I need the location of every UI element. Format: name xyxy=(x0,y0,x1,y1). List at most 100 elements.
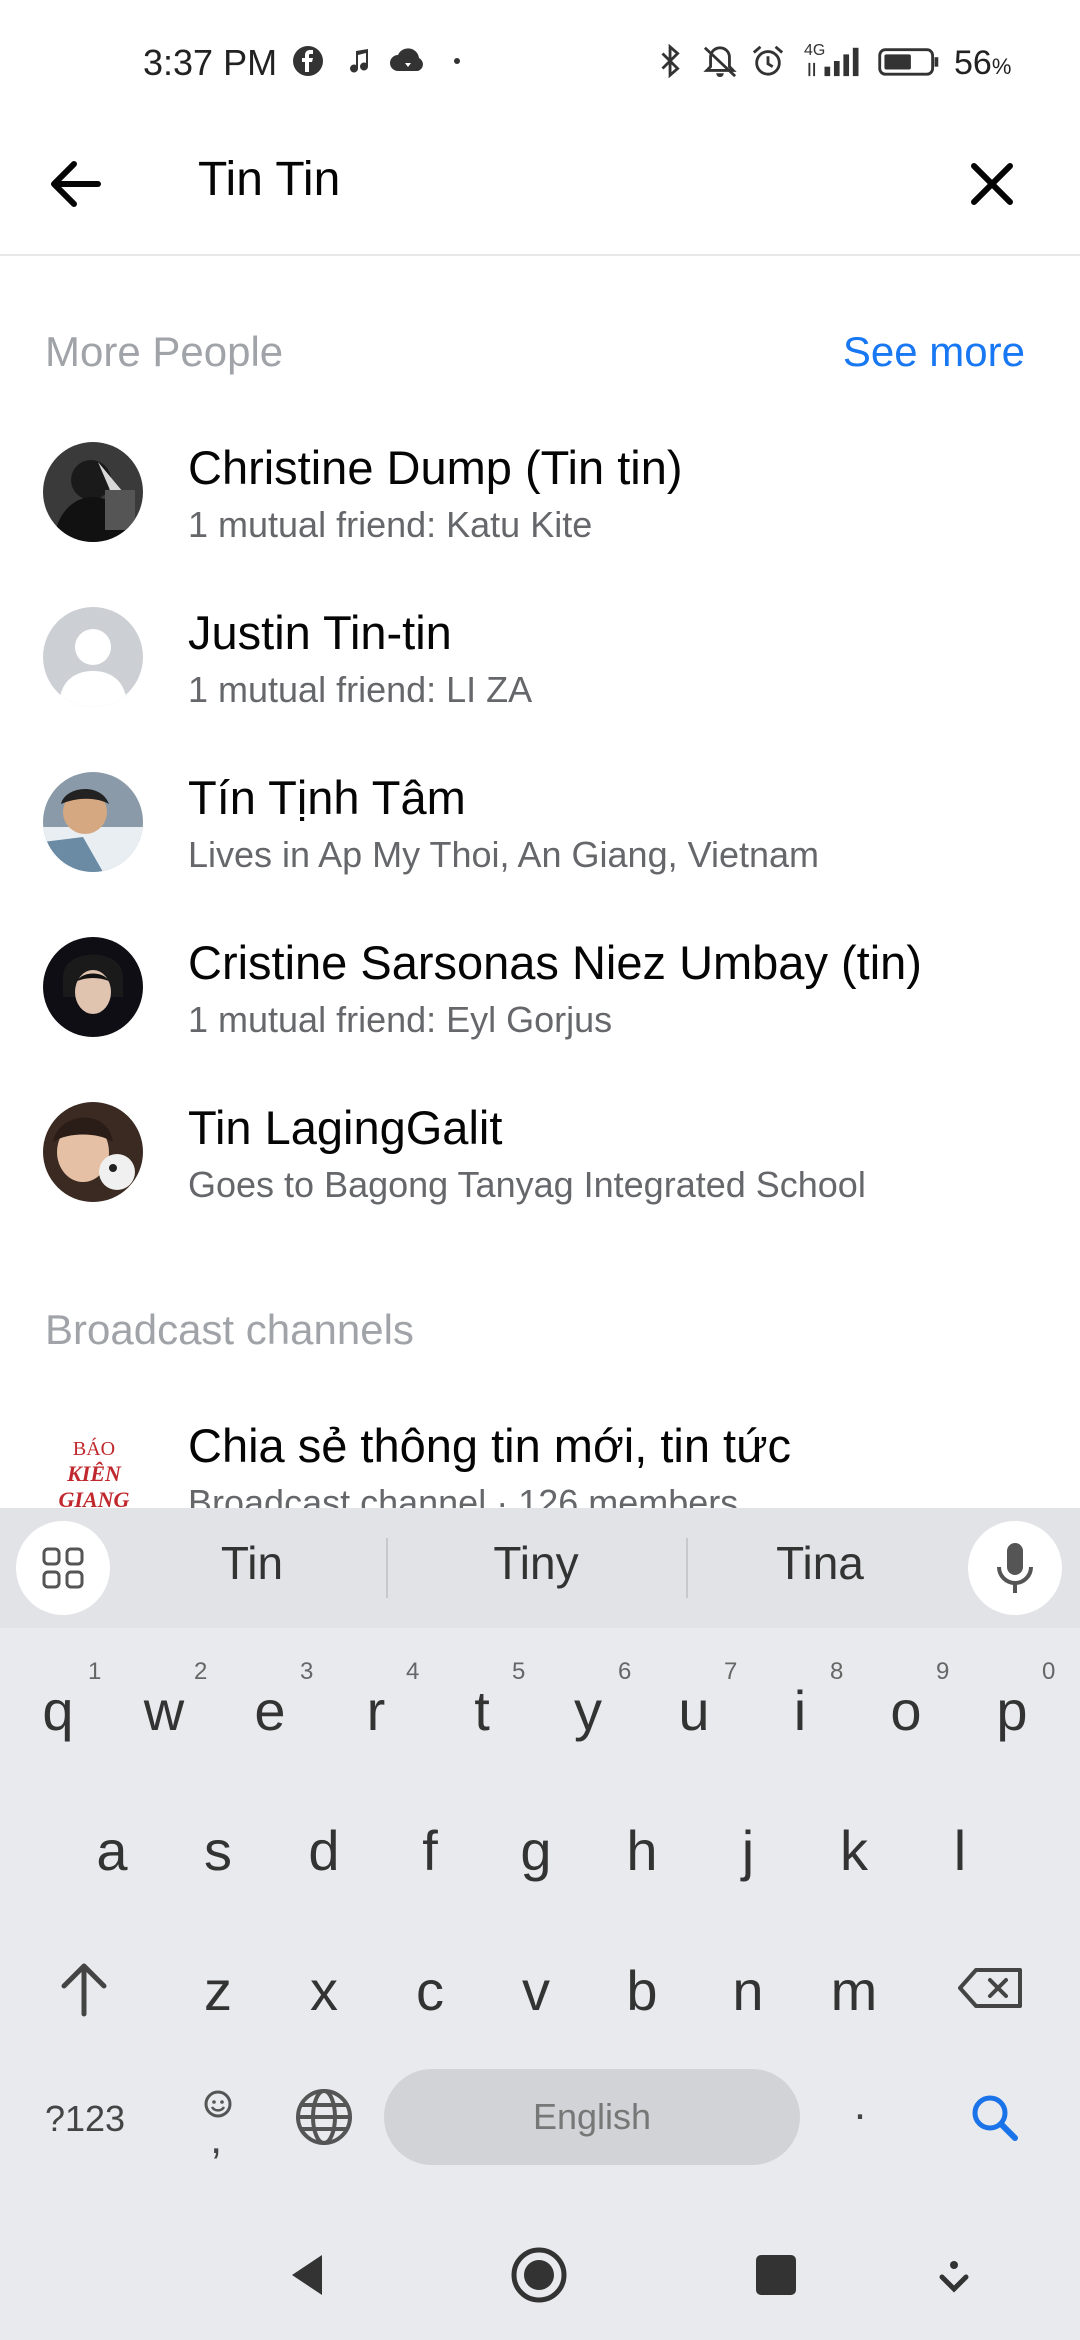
person-detail: 1 mutual friend: Katu Kite xyxy=(188,504,593,545)
person-row[interactable]: Tin LagingGalit Goes to Bagong Tanyag In… xyxy=(0,1072,1080,1232)
backspace-key[interactable] xyxy=(946,1940,1042,2036)
key-hint: 1 xyxy=(88,1658,102,1685)
person-row[interactable]: Christine Dump (Tin tin) 1 mutual friend… xyxy=(0,412,1080,572)
shift-arrow-icon xyxy=(61,1963,107,2017)
key-a[interactable]: a xyxy=(64,1818,160,1883)
key-hint: 8 xyxy=(830,1658,844,1685)
key-hint: 3 xyxy=(300,1658,314,1685)
key-p[interactable]: p xyxy=(964,1678,1060,1743)
cloud-sync-icon xyxy=(390,48,423,71)
person-detail: Lives in Ap My Thoi, An Giang, Vietnam xyxy=(188,834,820,875)
suggestion-2[interactable]: Tiny xyxy=(416,1536,656,1590)
avatar xyxy=(43,772,143,872)
key-w[interactable]: w xyxy=(116,1678,212,1743)
person-row[interactable]: Tín Tịnh Tâm Lives in Ap My Thoi, An Gia… xyxy=(0,742,1080,902)
key-o[interactable]: o xyxy=(858,1678,954,1743)
system-nav-bar xyxy=(0,2210,1080,2340)
back-button[interactable] xyxy=(40,148,112,220)
key-j[interactable]: j xyxy=(700,1818,796,1883)
square-recents-icon xyxy=(756,2255,796,2295)
person-name: Justin Tin-tin xyxy=(188,606,452,659)
period-key[interactable]: . xyxy=(812,2080,908,2130)
symbols-key[interactable]: ?123 xyxy=(30,2098,140,2140)
key-g[interactable]: g xyxy=(488,1818,584,1883)
suggestion-3[interactable]: Tina xyxy=(700,1536,940,1590)
nav-back-button[interactable] xyxy=(270,2235,350,2315)
key-y[interactable]: y xyxy=(540,1678,636,1743)
emoji-comma-key[interactable]: , xyxy=(170,2078,266,2174)
channel-detail: Broadcast channel · 126 members xyxy=(188,1482,739,1508)
key-u[interactable]: u xyxy=(646,1678,742,1743)
key-x[interactable]: x xyxy=(276,1958,372,2023)
key-hint: 9 xyxy=(936,1658,950,1685)
key-hint: 2 xyxy=(194,1658,208,1685)
key-n[interactable]: n xyxy=(700,1958,796,2023)
key-q[interactable]: q xyxy=(10,1678,106,1743)
key-f[interactable]: f xyxy=(382,1818,478,1883)
person-name: Christine Dump (Tin tin) xyxy=(188,441,683,494)
triangle-back-icon xyxy=(292,2255,322,2295)
key-d[interactable]: d xyxy=(276,1818,372,1883)
keyboard: Tin Tiny Tina q 1 w 2 e 3 r 4 t 5 y 6 u … xyxy=(0,1508,1080,2340)
key-v[interactable]: v xyxy=(488,1958,584,2023)
key-hint: 5 xyxy=(512,1658,526,1685)
more-people-title: More People xyxy=(45,328,284,375)
key-k[interactable]: k xyxy=(806,1818,902,1883)
bell-muted-icon xyxy=(703,46,737,78)
search-icon xyxy=(972,2095,1018,2141)
search-input[interactable]: Tin Tin xyxy=(198,150,340,210)
battery-percent: 56% xyxy=(954,44,1012,82)
person-name: Cristine Sarsonas Niez Umbay (tin) xyxy=(188,936,922,989)
language-key[interactable] xyxy=(276,2069,372,2165)
key-z[interactable]: z xyxy=(170,1958,266,2023)
space-key[interactable]: English xyxy=(384,2069,800,2165)
globe-icon xyxy=(296,2089,352,2145)
voice-input-button[interactable] xyxy=(968,1521,1062,1615)
broadcast-channel-row[interactable]: BÁO KIÊN GIANG Chia sẻ thông tin mới, ti… xyxy=(0,1390,1080,1508)
notification-dot xyxy=(454,58,460,64)
bluetooth-icon xyxy=(661,44,680,78)
key-b[interactable]: b xyxy=(594,1958,690,2023)
suggestion-1[interactable]: Tin xyxy=(132,1536,372,1590)
status-time: 3:37 PM xyxy=(143,42,278,83)
grid-icon xyxy=(42,1547,84,1589)
key-r[interactable]: r xyxy=(328,1678,424,1743)
person-detail: Goes to Bagong Tanyag Integrated School xyxy=(188,1164,866,1205)
key-hint: 7 xyxy=(724,1658,738,1685)
see-more-link[interactable]: See more xyxy=(843,328,1025,376)
divider xyxy=(386,1538,388,1598)
person-name: Tín Tịnh Tâm xyxy=(188,771,466,824)
key-e[interactable]: e xyxy=(222,1678,318,1743)
comma-label: , xyxy=(210,2114,223,2163)
key-s[interactable]: s xyxy=(170,1818,266,1883)
avatar xyxy=(43,1102,143,1202)
avatar xyxy=(43,607,143,707)
nav-home-button[interactable] xyxy=(499,2235,579,2315)
key-c[interactable]: c xyxy=(382,1958,478,2023)
key-l[interactable]: l xyxy=(912,1818,1008,1883)
home-circle-icon xyxy=(511,2247,567,2303)
key-m[interactable]: m xyxy=(806,1958,902,2023)
person-row[interactable]: Cristine Sarsonas Niez Umbay (tin) 1 mut… xyxy=(0,907,1080,1067)
close-icon xyxy=(971,163,1013,205)
person-detail: 1 mutual friend: Eyl Gorjus xyxy=(188,999,613,1040)
key-h[interactable]: h xyxy=(594,1818,690,1883)
signal-icon xyxy=(808,47,859,77)
nav-recents-button[interactable] xyxy=(736,2235,816,2315)
shift-key[interactable] xyxy=(36,1940,132,2036)
music-note-icon xyxy=(350,49,369,73)
clear-search-button[interactable] xyxy=(956,148,1028,220)
apps-grid-button[interactable] xyxy=(16,1521,110,1615)
alarm-icon xyxy=(752,45,784,76)
person-row[interactable]: Justin Tin-tin 1 mutual friend: LI ZA xyxy=(0,577,1080,737)
search-action-key[interactable] xyxy=(946,2069,1042,2165)
channel-logo: BÁO KIÊN GIANG xyxy=(58,1438,130,1508)
person-detail: 1 mutual friend: LI ZA xyxy=(188,669,533,710)
avatar xyxy=(43,937,143,1037)
key-t[interactable]: t xyxy=(434,1678,530,1743)
divider xyxy=(686,1538,688,1598)
hide-keyboard-button[interactable] xyxy=(914,2235,994,2315)
chevron-down-icon xyxy=(939,2261,969,2293)
suggestion-bar: Tin Tiny Tina xyxy=(0,1508,1080,1628)
key-i[interactable]: i xyxy=(752,1678,848,1743)
